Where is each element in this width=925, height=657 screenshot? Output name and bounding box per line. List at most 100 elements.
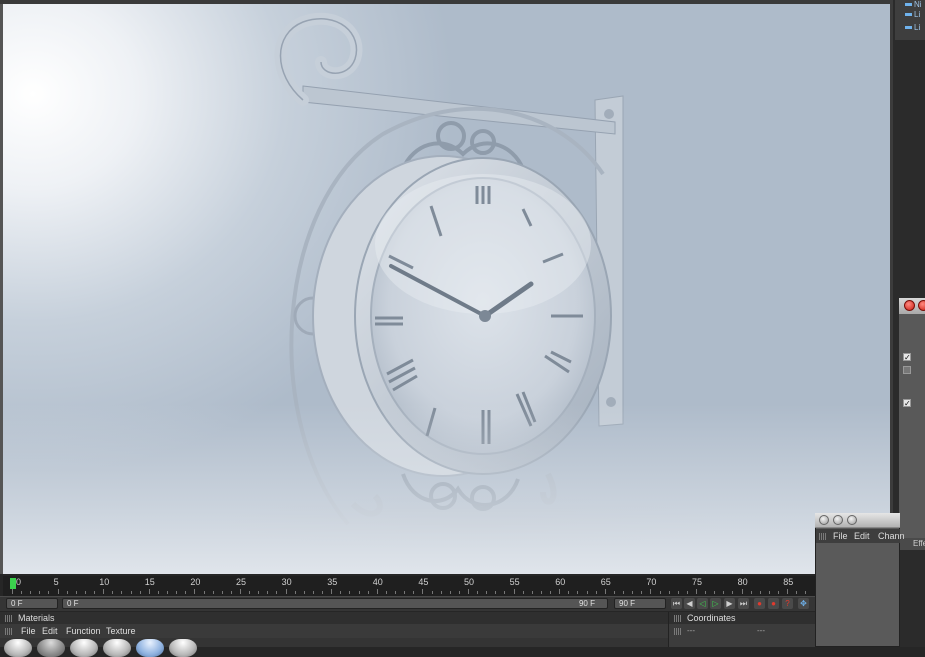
timeline-tick — [522, 591, 524, 594]
object-item[interactable]: Li — [895, 23, 925, 35]
timeline-tick — [258, 591, 260, 594]
timeline-tick-label: 15 — [144, 577, 155, 587]
timeline-tick-label: 50 — [464, 577, 475, 587]
timeline-tick-label: 85 — [783, 577, 794, 587]
timeline-tick — [276, 591, 278, 594]
timeline-tick — [94, 591, 96, 594]
floating-window-menubar: File Edit Chann — [816, 529, 905, 543]
timeline-tick — [668, 591, 670, 594]
timeline-tick — [167, 591, 169, 594]
panel-grip-icon[interactable] — [5, 615, 12, 622]
material-swatch[interactable] — [4, 639, 32, 657]
close-icon[interactable] — [904, 300, 915, 311]
keyframe-icon[interactable]: ? — [782, 598, 793, 609]
timeline-tick — [513, 589, 515, 594]
timeline-tick — [75, 591, 77, 594]
timeline-tick-label: 30 — [281, 577, 292, 587]
timeline-tick — [385, 591, 387, 594]
timeline-tick-label: 20 — [190, 577, 201, 587]
autokey-icon[interactable]: ● — [768, 598, 779, 609]
materials-menu-edit[interactable]: Edit — [42, 626, 58, 636]
zoom-icon[interactable] — [847, 515, 857, 525]
timeline-tick — [240, 589, 241, 594]
timeline-tick — [440, 591, 442, 594]
minimize-icon[interactable] — [833, 515, 843, 525]
timeline-tick — [48, 591, 50, 594]
timeline-tick — [413, 591, 415, 594]
timeline-tick — [285, 589, 287, 594]
timeline-tick-label: 5 — [53, 577, 59, 587]
timeline-tick — [540, 591, 542, 594]
timeline-tick — [741, 589, 743, 594]
panel-grip-icon[interactable] — [674, 628, 681, 635]
timeline-tick — [595, 591, 597, 594]
float-menu-channel[interactable]: Chann — [878, 531, 905, 541]
float-menu-edit[interactable]: Edit — [854, 531, 870, 541]
current-frame-field[interactable]: 0 F — [6, 598, 58, 609]
timeline-tick — [340, 591, 342, 594]
clock-render — [213, 12, 733, 554]
timeline-tick-label: 10 — [99, 577, 110, 587]
timeline-tick — [267, 591, 269, 594]
minimize-icon[interactable] — [918, 300, 925, 311]
max-frame-field[interactable]: 90 F — [614, 598, 666, 609]
playhead-marker[interactable] — [10, 578, 16, 589]
timeline-tick — [66, 591, 68, 594]
material-swatch[interactable] — [37, 639, 65, 657]
materials-menu-texture[interactable]: Texture — [106, 626, 136, 636]
checkbox-unchecked[interactable] — [903, 366, 911, 374]
object-item[interactable]: Li — [895, 10, 925, 22]
panel-grip-icon[interactable] — [5, 628, 12, 635]
materials-menu-function[interactable]: Function — [66, 626, 101, 636]
timeline-tick — [404, 591, 406, 594]
material-swatch[interactable] — [103, 639, 131, 657]
effects-tab[interactable]: Effe — [913, 539, 925, 548]
move-icon[interactable]: ✥ — [798, 598, 809, 609]
floating-window-titlebar[interactable] — [815, 513, 900, 528]
play-forward-icon[interactable]: ▷ — [710, 598, 721, 609]
timeline-tick — [686, 591, 688, 594]
prev-key-icon[interactable]: ◀ — [684, 598, 695, 609]
3d-viewport[interactable] — [3, 4, 890, 574]
close-icon[interactable] — [819, 515, 829, 525]
timeline-tick — [732, 591, 734, 594]
go-to-start-icon[interactable]: ⏮ — [671, 598, 682, 609]
timeline-tick — [294, 591, 296, 594]
timeline-tick — [312, 591, 314, 594]
checkbox-checked[interactable]: ✓ — [903, 399, 911, 408]
timeline-tick — [632, 591, 634, 594]
object-icon — [905, 2, 912, 6]
materials-header: Materials — [0, 612, 668, 624]
material-swatch[interactable] — [136, 639, 164, 657]
timeline-tick — [468, 589, 469, 594]
timeline-tick — [57, 589, 59, 594]
timeline-tick — [659, 591, 661, 594]
float-menu-file[interactable]: File — [833, 531, 848, 541]
timeline-tick — [12, 589, 13, 594]
checkbox-checked[interactable]: ✓ — [903, 353, 911, 362]
material-swatch[interactable] — [169, 639, 197, 657]
timeline-tick — [641, 591, 643, 594]
timeline-tick — [194, 589, 196, 594]
timeline-tick — [103, 589, 105, 594]
timeline-tick — [696, 589, 697, 594]
timeline-tick — [568, 591, 570, 594]
timeline-tick — [486, 591, 488, 594]
light-icon — [905, 25, 912, 29]
play-back-icon[interactable]: ◁ — [697, 598, 708, 609]
timeline-tick — [303, 591, 305, 594]
frame-range-slider[interactable]: 0 F 90 F — [62, 598, 608, 609]
coordinates-title: Coordinates — [687, 613, 736, 623]
go-to-end-icon[interactable]: ⏭ — [738, 598, 749, 609]
next-key-icon[interactable]: ▶ — [724, 598, 735, 609]
timeline-tick — [613, 591, 615, 594]
materials-menu-file[interactable]: File — [21, 626, 36, 636]
panel-grip-icon[interactable] — [819, 533, 826, 540]
timeline-tick — [112, 591, 114, 594]
material-swatch[interactable] — [70, 639, 98, 657]
panel-grip-icon[interactable] — [674, 615, 681, 622]
timeline-tick — [650, 589, 652, 594]
range-end-label: 90 F — [578, 599, 595, 608]
record-icon[interactable]: ● — [754, 598, 765, 609]
timeline-tick — [477, 591, 479, 594]
